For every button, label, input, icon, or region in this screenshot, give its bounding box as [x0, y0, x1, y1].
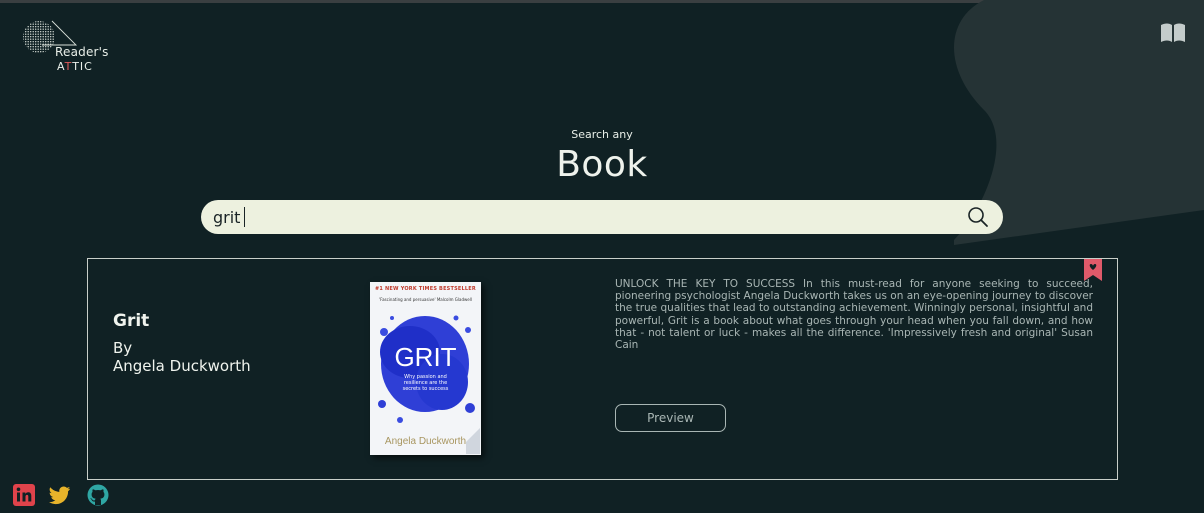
- brand-name-line2: ATTIC: [57, 60, 93, 73]
- brand-logo[interactable]: Reader's ATTIC: [22, 18, 112, 78]
- open-book-icon[interactable]: [1160, 22, 1186, 44]
- search-icon[interactable]: [967, 206, 989, 228]
- preview-button[interactable]: Preview: [615, 404, 726, 432]
- twitter-icon[interactable]: [49, 484, 71, 506]
- brand-name-line1: Reader's: [55, 45, 109, 59]
- text-caret: [244, 207, 245, 227]
- book-title: Grit: [113, 311, 150, 331]
- book-result-card: Grit By Angela Duckworth #1 NEW YORK TIM…: [87, 258, 1118, 480]
- linkedin-icon[interactable]: [13, 484, 35, 506]
- cover-title: GRIT: [394, 342, 457, 372]
- github-icon[interactable]: [87, 484, 109, 506]
- book-description: UNLOCK THE KEY TO SUCCESS In this must-r…: [615, 278, 1093, 352]
- hero-title: Book: [556, 144, 648, 185]
- cover-tagline: Why passion and resilience are the secre…: [402, 374, 449, 392]
- cover-quote: 'Fascinating and persuasive' Malcolm Gla…: [379, 297, 472, 302]
- cover-author: Angela Duckworth: [384, 436, 467, 447]
- hero-subtitle: Search any: [571, 128, 633, 141]
- cover-bestseller-text: #1 NEW YORK TIMES BESTSELLER: [375, 286, 476, 292]
- bookmark-icon[interactable]: [1084, 259, 1102, 281]
- search-input[interactable]: [213, 200, 953, 234]
- book-author: Angela Duckworth: [113, 357, 251, 375]
- search-bar: [201, 200, 1003, 234]
- by-label: By: [113, 339, 133, 357]
- book-cover[interactable]: #1 NEW YORK TIMES BESTSELLER 'Fascinatin…: [370, 282, 481, 455]
